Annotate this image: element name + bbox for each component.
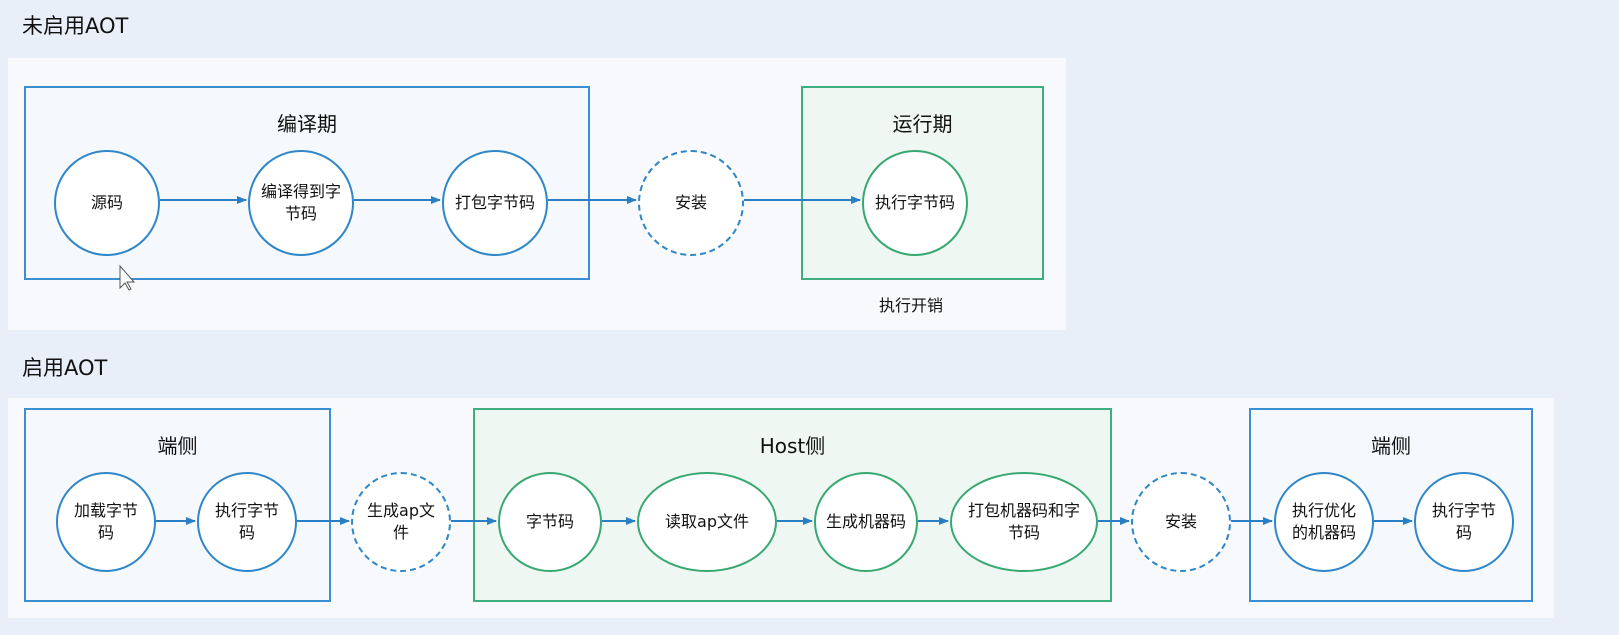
flow-arrows: [156, 196, 1413, 525]
